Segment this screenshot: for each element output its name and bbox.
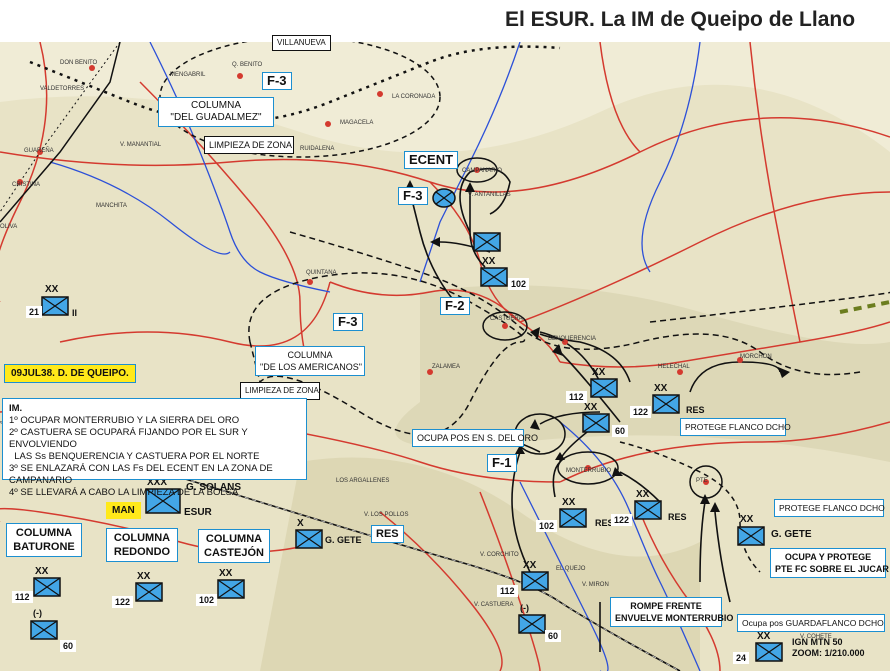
label-f1: F-1 [487,454,517,472]
unit-side-21: II [72,308,78,318]
svg-text:CRISTINA: CRISTINA [12,182,40,188]
title-bar: El ESUR. La IM de Queipo de Llano [0,0,890,42]
unit-side-122a: RES [686,405,705,415]
svg-text:V. MIRON: V. MIRON [582,582,609,588]
svg-text:XX: XX [740,514,754,525]
label-f2: F-2 [440,297,470,315]
svg-text:(-): (-) [33,608,42,618]
svg-text:MONTERRUBIO: MONTERRUBIO [566,468,611,474]
svg-text:V. ANTANILLAS: V. ANTANILLAS [468,192,511,198]
label-protege-2: PROTEGE FLANCO DCHO [774,499,885,517]
label-col-americanos: COLUMNA "DE LOS AMERICANOS" [255,346,365,376]
unit-num-24: 24 [733,652,750,664]
label-ocupa-guardaflanco: Ocupa pos GUARDAFLANCO DCHO [737,614,885,632]
svg-text:HELECHAL: HELECHAL [658,364,690,370]
label-g-gete-2: G. GETE [771,529,812,540]
label-col-baturone: COLUMNA BATURONE [6,523,82,557]
label-limpieza-top: LIMPIEZA DE ZONA [204,136,294,154]
svg-text:CAMPANARIO: CAMPANARIO [462,168,502,174]
svg-text:RUIDALENA: RUIDALENA [300,146,334,152]
map-slide: El ESUR. La IM de Queipo de Llano Q. BEN… [0,0,890,671]
unit-num-red122: 122 [112,596,134,608]
unit-antanillas [473,232,501,252]
unit-num-60a: 60 [612,425,629,437]
unit-num-112b: 112 [497,585,518,597]
label-esur: ESUR [184,507,212,518]
svg-text:V. CASTUERA: V. CASTUERA [474,602,513,608]
label-ocupa-protege: OCUPA Y PROTEGE PTE FC SOBRE EL JUCAR [770,548,889,578]
unit-num-21: 21 [26,306,43,318]
svg-text:MORCHON: MORCHON [740,354,772,360]
label-ocupa-pos: OCUPA POS EN S. DEL ORO [412,429,538,447]
unit-num-122a: 122 [630,406,652,418]
im-instructions-box: IM. 1º OCUPAR MONTERRUBIO Y LA SIERRA DE… [2,398,307,498]
unit-ecent-circle [432,188,456,208]
unit-num-bat112: 112 [12,591,33,603]
svg-text:MENGABRIL: MENGABRIL [170,72,206,78]
label-rompe-frente: ROMPE FRENTE ENVUELVE MONTERRUBIO [610,597,733,627]
svg-text:V. LOS POLLOS: V. LOS POLLOS [364,512,408,518]
map-canvas: Q. BENITO VALDETORRES MENGABRIL DON BENI… [0,42,890,671]
svg-text:XX: XX [562,497,576,508]
svg-text:Q. BENITO: Q. BENITO [232,62,263,68]
unit-num-102b: 102 [536,520,558,532]
svg-text:XX: XX [219,568,233,579]
label-col-redondo: COLUMNA REDONDO [106,528,178,562]
svg-text:V. MANANTIAL: V. MANANTIAL [120,142,162,148]
unit-num-cas102: 102 [196,594,218,606]
label-res: RES [371,525,404,543]
svg-text:(-): (-) [520,603,529,613]
unit-num-112a: 112 [566,391,587,403]
label-f3-left: F-3 [333,313,363,331]
unit-num-60b: 60 [545,630,562,642]
topographic-map: Q. BENITO VALDETORRES MENGABRIL DON BENI… [0,42,890,671]
label-col-guadalmez: COLUMNA "DEL GUADALMEZ" [158,97,274,127]
svg-text:XX: XX [636,489,650,500]
svg-text:XX: XX [654,383,668,394]
svg-text:XX: XX [45,284,59,295]
svg-text:LA CORONADA: LA CORONADA [392,94,435,100]
svg-text:XX: XX [523,560,537,571]
svg-text:BENQUERENCIA: BENQUERENCIA [548,336,596,342]
unit-num-bat60: 60 [60,640,77,652]
label-g-gete-1: G. GETE [325,535,362,545]
svg-text:XX: XX [584,402,598,413]
svg-text:PTE: PTE [696,478,708,484]
svg-text:OLIVA: OLIVA [0,224,17,230]
svg-text:QUINTANA: QUINTANA [306,270,337,276]
svg-text:DON BENITO: DON BENITO [60,60,98,66]
svg-text:XX: XX [482,256,496,267]
label-col-castejon: COLUMNA CASTEJÓN [198,529,270,563]
svg-text:XX: XX [757,631,771,642]
svg-text:EL QUEJO: EL QUEJO [556,566,586,572]
svg-text:X: X [297,518,304,529]
svg-text:V. CORCHITO: V. CORCHITO [480,552,519,558]
svg-text:MANCHITA: MANCHITA [96,203,127,209]
svg-text:LOS ARGALLENES: LOS ARGALLENES [336,478,389,484]
svg-text:XX: XX [592,367,606,378]
unit-num-102a: 102 [508,278,530,290]
svg-text:CASTUERA: CASTUERA [490,316,523,322]
label-villanueva: VILLANUEVA [272,35,331,51]
svg-text:XX: XX [35,566,49,577]
svg-text:XX: XX [137,571,151,582]
label-date: 09JUL38. D. DE QUEIPO. [4,364,136,383]
unit-side-122b: RES [668,512,687,522]
label-ecent: ECENT [404,151,459,169]
svg-text:GUAREÑA: GUAREÑA [24,147,54,154]
label-f3-top: F-3 [262,72,292,90]
label-protege-1: PROTEGE FLANCO DCHO [680,418,791,436]
svg-text:MAGACELA: MAGACELA [340,120,373,126]
label-g-solans: G. SOLANS [186,482,242,493]
page-title: El ESUR. La IM de Queipo de Llano [505,8,856,31]
svg-text:ZALAMEA: ZALAMEA [432,364,460,370]
svg-text:VALDETORRES: VALDETORRES [40,86,84,92]
label-ign: IGN MTN 50 ZOOM: 1/210.000 [792,637,865,658]
label-f3-mid: F-3 [398,187,428,205]
unit-num-122b: 122 [611,514,633,526]
label-man: MAN [106,502,141,519]
